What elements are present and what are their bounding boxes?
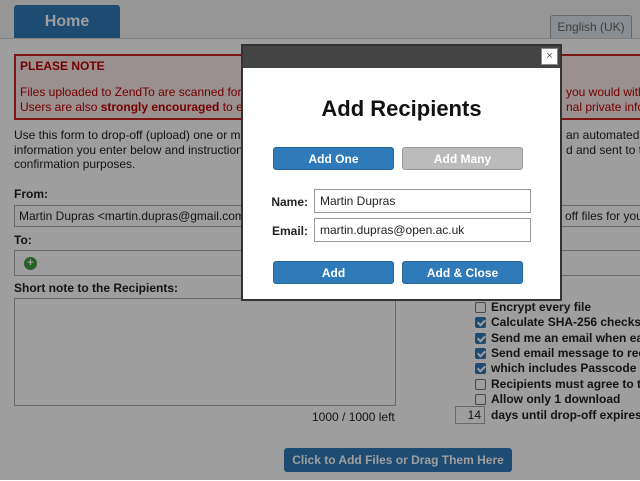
add-close-button[interactable]: Add & Close	[402, 261, 523, 284]
dialog-title: Add Recipients	[321, 96, 482, 121]
email-input[interactable]: martin.dupras@open.ac.uk	[314, 218, 531, 242]
tab-add-one[interactable]: Add One	[273, 147, 394, 170]
name-label: Name:	[271, 195, 308, 209]
name-input[interactable]: Martin Dupras	[314, 189, 531, 213]
close-icon[interactable]: ×	[541, 48, 558, 65]
dialog-titlebar	[243, 46, 560, 68]
tab-add-many[interactable]: Add Many	[402, 147, 523, 170]
email-label: Email:	[271, 224, 308, 238]
add-button[interactable]: Add	[273, 261, 394, 284]
